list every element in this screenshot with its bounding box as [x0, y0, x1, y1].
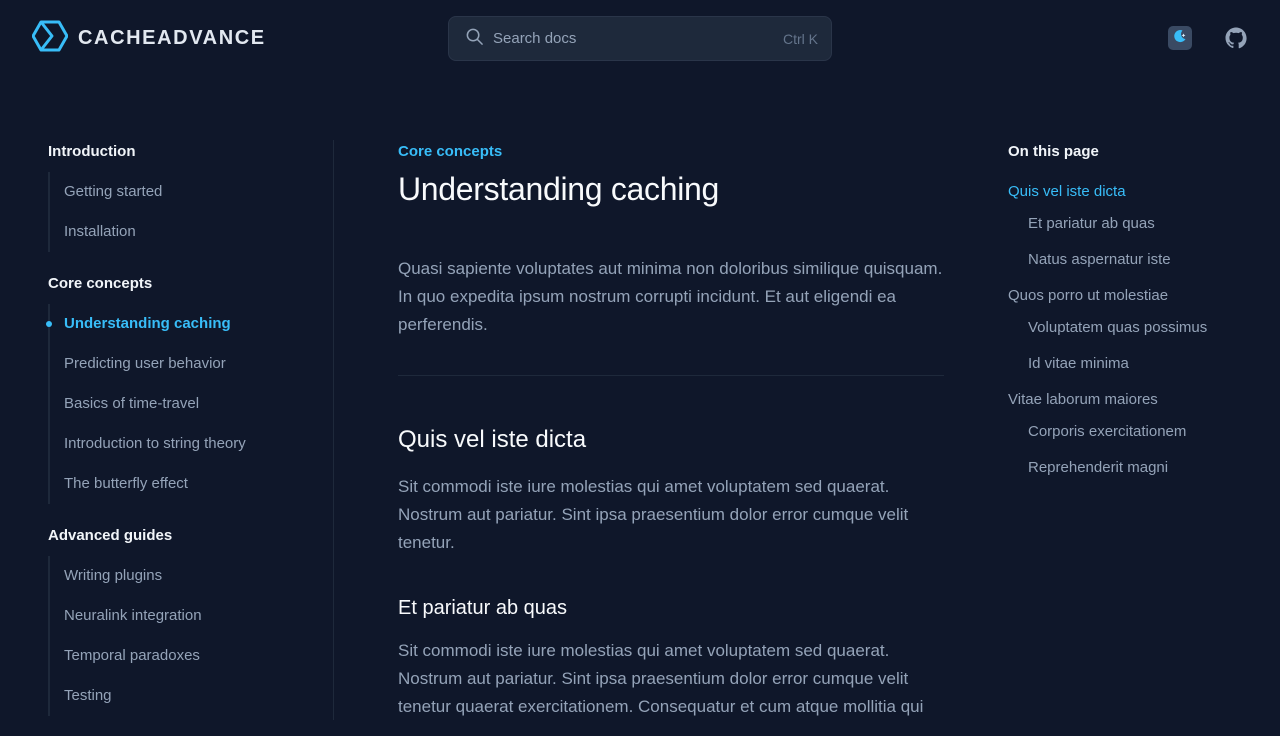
sidebar-nav: Introduction Getting started Installatio…	[46, 140, 333, 736]
nav-section-introduction: Introduction Getting started Installatio…	[48, 140, 333, 252]
search-placeholder: Search docs	[493, 30, 577, 47]
sidebar-item-installation[interactable]: Installation	[50, 212, 333, 252]
article: Core concepts Understanding caching Quas…	[398, 140, 944, 721]
toc-item[interactable]: Corporis exercitationem	[1008, 420, 1268, 456]
sidebar-item-writing-plugins[interactable]: Writing plugins	[50, 556, 333, 596]
sidebar-item-getting-started[interactable]: Getting started	[50, 172, 333, 212]
toc-heading: On this page	[1008, 143, 1099, 160]
top-header: CACHEADVANCE Search docs Ctrl K	[0, 0, 1280, 76]
toc-item[interactable]: Reprehenderit magni	[1008, 456, 1268, 492]
sidebar-item-testing[interactable]: Testing	[50, 676, 333, 716]
sidebar-item-predicting-user-behavior[interactable]: Predicting user behavior	[50, 344, 333, 384]
github-link[interactable]	[1224, 26, 1248, 50]
sidebar-item-understanding-caching[interactable]: Understanding caching	[46, 304, 333, 344]
nav-list: Understanding caching Predicting user be…	[46, 304, 333, 504]
github-icon	[1224, 27, 1248, 54]
sidebar-item-string-theory[interactable]: Introduction to string theory	[50, 424, 333, 464]
nav-list: Getting started Installation	[48, 172, 333, 252]
body-paragraph: Sit commodi iste iure molestias qui amet…	[398, 477, 909, 552]
search-shortcut: Ctrl K	[783, 30, 818, 47]
sidebar-item-temporal-paradoxes[interactable]: Temporal paradoxes	[50, 636, 333, 676]
logo-link[interactable]: CACHEADVANCE	[31, 20, 266, 57]
toc-item[interactable]: Id vitae minima	[1008, 352, 1268, 388]
toc-item[interactable]: Quis vel iste dicta	[1008, 180, 1268, 212]
toc-item[interactable]: Quos porro ut molestiae	[1008, 284, 1268, 316]
lead-paragraph: Quasi sapiente voluptates aut minima non…	[398, 259, 943, 334]
table-of-contents: On this page Quis vel iste dicta Et pari…	[1008, 140, 1268, 492]
section-eyebrow: Core concepts	[398, 143, 503, 160]
section-heading: Quis vel iste dicta	[398, 426, 587, 453]
divider	[398, 375, 944, 376]
nav-section-advanced-guides: Advanced guides Writing plugins Neuralin…	[48, 524, 333, 716]
nav-heading: Advanced guides	[48, 527, 173, 544]
nav-heading: Introduction	[48, 143, 136, 160]
subsection-heading: Et pariatur ab quas	[398, 597, 567, 619]
nav-section-core-concepts: Core concepts Understanding caching Pred…	[46, 272, 333, 504]
theme-toggle-button[interactable]	[1168, 26, 1192, 50]
hexagon-logo-icon	[31, 20, 69, 57]
sidebar-item-butterfly-effect[interactable]: The butterfly effect	[50, 464, 333, 504]
toc-list: Quis vel iste dicta Et pariatur ab quas …	[1008, 180, 1268, 492]
sidebar-item-basics-of-time-travel[interactable]: Basics of time-travel	[50, 384, 333, 424]
search-icon	[465, 27, 484, 51]
nav-list: Writing plugins Neuralink integration Te…	[48, 556, 333, 716]
moon-icon	[1172, 28, 1188, 49]
sidebar-divider	[333, 140, 334, 720]
sidebar-item-neuralink-integration[interactable]: Neuralink integration	[50, 596, 333, 636]
toc-item[interactable]: Voluptatem quas possimus	[1008, 316, 1268, 352]
body-paragraph: Sit commodi iste iure molestias qui amet…	[398, 641, 924, 716]
search-input[interactable]: Search docs Ctrl K	[448, 16, 832, 61]
page-title: Understanding caching	[398, 171, 720, 207]
toc-item[interactable]: Natus aspernatur iste	[1008, 248, 1268, 284]
toc-item[interactable]: Vitae laborum maiores	[1008, 388, 1268, 420]
toc-item[interactable]: Et pariatur ab quas	[1008, 212, 1268, 248]
nav-heading: Core concepts	[48, 275, 153, 292]
logo-text: CACHEADVANCE	[78, 26, 266, 49]
